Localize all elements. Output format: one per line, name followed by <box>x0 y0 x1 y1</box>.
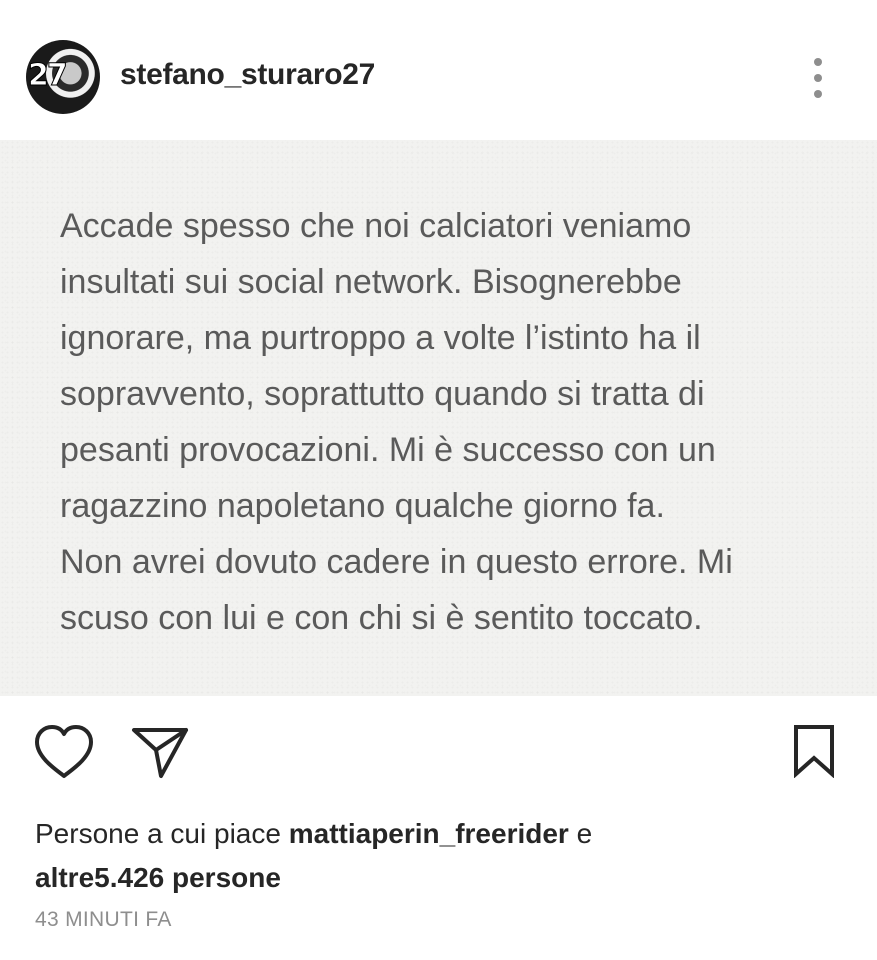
username[interactable]: stefano_sturaro27 <box>120 58 375 92</box>
avatar[interactable]: 27 <box>26 40 100 114</box>
bookmark-icon[interactable] <box>792 724 836 779</box>
send-icon[interactable] <box>130 724 190 780</box>
likes-count-link[interactable]: altre5.426 persone <box>35 862 281 893</box>
more-dot <box>814 90 822 98</box>
post-image[interactable]: Accade spesso che noi calciatori veniamo… <box>0 140 877 696</box>
likes-conjunction: e <box>568 818 593 849</box>
more-options-icon[interactable] <box>808 58 828 98</box>
liker-username[interactable]: mattiaperin_freerider <box>289 818 569 849</box>
likes-summary: Persone a cui piace mattiaperin_freeride… <box>35 812 855 900</box>
post-text: Accade spesso che noi calciatori veniamo… <box>60 207 733 637</box>
post-header: 27 stefano_sturaro27 <box>0 0 877 140</box>
heart-icon[interactable] <box>33 724 95 780</box>
action-bar <box>0 696 877 806</box>
more-dot <box>814 58 822 66</box>
avatar-badge: 27 <box>28 58 69 94</box>
more-dot <box>814 74 822 82</box>
post-timestamp: 43 MINUTI FA <box>35 908 172 931</box>
likes-prefix: Persone a cui piace <box>35 818 289 849</box>
